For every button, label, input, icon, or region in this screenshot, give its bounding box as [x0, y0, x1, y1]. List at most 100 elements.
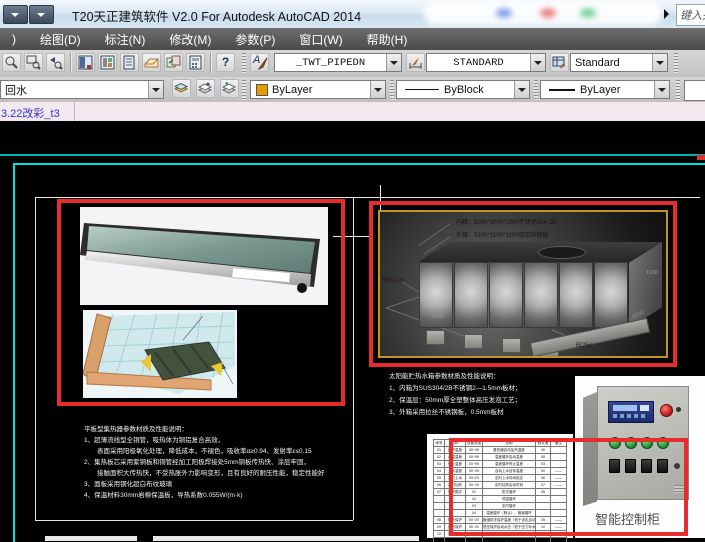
layer-properties-icon[interactable] — [172, 79, 191, 98]
tank-label-concrete: 砼25# — [576, 340, 592, 349]
tank-pier — [502, 338, 521, 353]
table-cell — [445, 538, 466, 542]
table-cell: 10 — [434, 531, 445, 538]
window-title: T20天正建筑软件 V2.0 For Autodesk AutoCAD 2014 — [72, 6, 361, 25]
table-cell: 01 — [434, 447, 445, 454]
collector-photo — [80, 207, 328, 305]
help-icon[interactable]: ? — [216, 53, 235, 72]
menu-item[interactable]: 窗口(W) — [287, 31, 354, 48]
quick-access-dropdown2-icon[interactable] — [29, 5, 54, 24]
note-line: 1、超薄流线型全铜管，吸热体为铜铝复合高效， — [84, 435, 325, 446]
zoom-realtime-icon[interactable] — [2, 53, 21, 72]
display-screen2 — [640, 405, 649, 411]
combo-value: STANDARD — [427, 57, 530, 69]
table-style-icon[interactable] — [550, 53, 569, 72]
drawing-tab-bar: 3.22改彩_t3 — [0, 102, 705, 122]
chevron-down-icon[interactable] — [148, 81, 163, 98]
chevron-down-icon[interactable] — [654, 81, 669, 98]
toolbar-grip[interactable] — [534, 80, 538, 100]
chevron-down-icon[interactable] — [370, 81, 385, 98]
tank-ann-inner: 内箱：5000*3000*1000不锈钢304-2B — [456, 217, 556, 226]
dim-style-combo[interactable]: STANDARD — [426, 53, 546, 72]
color-combo[interactable]: ByLayer — [250, 80, 386, 99]
note-line: 2、保温层：50mm厚全塑整体高压发泡工艺； — [389, 395, 522, 407]
menu-item[interactable]: 修改(M) — [157, 31, 223, 48]
tank-front-panels — [419, 262, 628, 328]
menu-item[interactable]: 帮助(H) — [355, 31, 420, 48]
combo-value: 回水 — [1, 82, 148, 98]
drawing-canvas[interactable]: 平板型集热器参数材质及性能说明：1、超薄流线型全铜管，吸热体为铜铝复合高效， 表… — [0, 121, 705, 542]
toolbar-grip[interactable] — [674, 53, 678, 73]
table-cell: 03 — [434, 461, 445, 468]
table-style-combo[interactable]: Standard — [570, 53, 668, 72]
linetype-sample — [405, 89, 439, 90]
menu-item[interactable]: ) — [0, 32, 28, 46]
toolbar-grip[interactable] — [242, 53, 246, 73]
table-cell: 02 — [434, 454, 445, 461]
titleblock-cell-partial — [45, 536, 137, 541]
linetype-combo[interactable]: ByBlock — [396, 80, 530, 99]
table-cell — [434, 503, 445, 510]
properties-palette-icon[interactable] — [76, 53, 95, 72]
table-cell — [434, 510, 445, 517]
frame-left-line — [35, 197, 36, 520]
table-cell: 06 — [434, 482, 445, 489]
quickcalc-icon[interactable] — [186, 53, 205, 72]
designcenter-icon[interactable] — [98, 53, 117, 72]
layers-toolbar: 回水 ByLayer ByBlock ByLayer — [0, 77, 705, 103]
tool-palettes-icon[interactable] — [120, 53, 139, 72]
chevron-down-icon[interactable] — [386, 54, 401, 71]
chevron-down-icon[interactable] — [652, 54, 667, 71]
dim-style-icon[interactable] — [406, 53, 425, 72]
note-line: 2、集热板芯采用紫铜板和铜管经加工阳极焊接处5mm铜板传热快、涂层牢固， — [84, 457, 325, 468]
toolbar-grip[interactable] — [676, 80, 680, 100]
tab-separator — [74, 102, 75, 121]
menu-item[interactable]: 绘图(D) — [28, 31, 93, 48]
red-edge-mark — [697, 155, 705, 160]
blur-dot-blue — [496, 8, 512, 18]
note-line: 平板型集热器参数材质及性能说明： — [84, 424, 325, 435]
layer-combo[interactable]: 回水 — [0, 80, 164, 99]
combo-value: ByLayer — [580, 84, 654, 96]
partial-combo[interactable] — [684, 80, 705, 101]
table-cell — [434, 538, 445, 542]
make-layer-current-icon[interactable] — [196, 79, 215, 98]
chevron-down-icon[interactable] — [514, 81, 529, 98]
note-line: 1、内箱为SUS304/2B不锈钢2—1.5mm板材； — [389, 383, 522, 395]
infocenter-arrow-icon[interactable] — [664, 9, 674, 19]
menu-item[interactable]: 参数(P) — [223, 31, 287, 48]
toolbar-grip[interactable] — [390, 80, 394, 100]
menu-bar: )绘图(D)标注(N)修改(M)参数(P)窗口(W)帮助(H) — [0, 28, 705, 50]
drawing-tab[interactable]: 3.22改彩_t3 — [1, 105, 60, 121]
zoom-window-icon[interactable] — [24, 53, 43, 72]
titleblock-cell-partial — [153, 536, 419, 541]
layer-previous-icon[interactable] — [220, 79, 239, 98]
toolbar-grip[interactable] — [242, 80, 246, 100]
pipe-style-combo[interactable]: _TWT_PIPEDN — [274, 53, 402, 72]
menu-item[interactable]: 标注(N) — [93, 31, 158, 48]
display-screen — [613, 405, 637, 411]
markup-set-icon[interactable] — [164, 53, 183, 72]
blur-dot-red — [540, 8, 556, 18]
frame-bottom-line — [35, 520, 353, 521]
zoom-previous-icon[interactable] — [46, 53, 65, 72]
tank-pier — [464, 334, 483, 349]
cyan-frame-top — [13, 163, 705, 165]
color-swatch — [256, 84, 268, 96]
match-properties-icon[interactable]: A — [250, 53, 269, 72]
table-highlight-box — [449, 438, 688, 536]
frame-top-line — [35, 197, 700, 198]
standard-toolbar: ? A _TWT_PIPEDN STANDARD Standard — [0, 50, 705, 78]
cyan-frame-left — [13, 163, 15, 542]
table-cell: 09 — [434, 524, 445, 531]
controller-display — [608, 401, 654, 423]
collector-notes: 平板型集热器参数材质及性能说明：1、超薄流线型全铜管，吸热体为铜铝复合高效， 表… — [84, 424, 325, 501]
table-cell: 02 — [466, 538, 483, 542]
sheetset-manager-icon[interactable] — [142, 53, 161, 72]
chevron-down-icon[interactable] — [530, 54, 545, 71]
combo-value: _TWT_PIPEDN — [275, 57, 386, 69]
lineweight-combo[interactable]: ByLayer — [540, 80, 670, 99]
search-input[interactable]: 键入关 — [676, 4, 705, 26]
quick-access-dropdown-icon[interactable] — [3, 5, 28, 24]
tank-notes: 太阳能贮热水箱参数材质及性能说明：1、内箱为SUS304/2B不锈钢2—1.5m… — [389, 371, 522, 419]
